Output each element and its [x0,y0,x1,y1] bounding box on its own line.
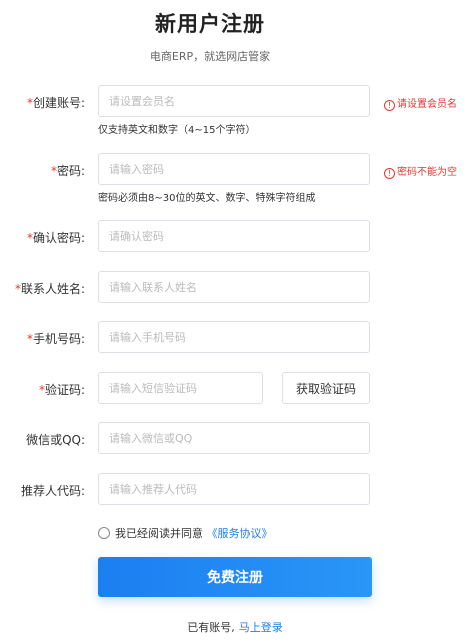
error-icon: ! [384,100,395,111]
wechat-qq-input[interactable] [98,422,370,454]
get-code-button[interactable]: 获取验证码 [282,372,370,404]
phone-input[interactable] [98,321,370,353]
account-label: *创建账号: [26,96,85,110]
password-error: ! 密码不能为空 [384,163,457,179]
verification-code-row: *验证码: 获取验证码 [0,372,467,406]
phone-row: *手机号码: [0,321,467,355]
register-button[interactable]: 免费注册 [98,557,372,597]
login-link[interactable]: 马上登录 [239,621,283,634]
password-label: *密码: [50,164,85,178]
wechat-qq-label: 微信或QQ: [26,433,85,447]
agreement-radio[interactable] [98,527,110,539]
confirm-password-row: *确认密码: [0,220,467,254]
account-row: *创建账号: !请设置会员名 仅支持英文和数字（4~15个字符） [0,85,467,136]
account-error: ! 请设置会员名 [384,95,457,111]
login-prompt-text: 已有账号, [187,621,235,634]
error-icon: ! [384,168,395,179]
agreement: 我已经阅读并同意 《服务协议》 [98,525,273,541]
agreement-text: 我已经阅读并同意 [115,527,203,540]
referrer-code-input[interactable] [98,473,370,505]
contact-name-label: *联系人姓名: [14,282,85,296]
service-agreement-link[interactable]: 《服务协议》 [207,527,273,540]
password-input[interactable] [98,153,370,185]
contact-name-row: *联系人姓名: [0,271,467,305]
verification-code-label: *验证码: [38,383,85,397]
page-subtitle: 电商ERP，就选网店管家 [149,50,271,63]
confirm-password-label: *确认密码: [26,231,85,245]
referrer-code-row: 推荐人代码: [0,473,467,507]
page-title: 新用户注册 [155,12,265,36]
password-row: *密码: ! 密码不能为空 密码必须由8~30位的英文、数字、特殊字符组成 [0,153,467,204]
confirm-password-input[interactable] [98,220,370,252]
contact-name-input[interactable] [98,271,370,303]
phone-label: *手机号码: [26,332,85,346]
login-prompt: 已有账号, 马上登录 [0,619,467,635]
verification-code-input[interactable] [98,372,263,404]
account-hint: 仅支持英文和数字（4~15个字符） [98,125,256,136]
password-hint: 密码必须由8~30位的英文、数字、特殊字符组成 [98,193,316,204]
referrer-code-label: 推荐人代码: [20,484,85,498]
wechat-qq-row: 微信或QQ: [0,422,467,456]
account-input[interactable] [98,85,370,117]
